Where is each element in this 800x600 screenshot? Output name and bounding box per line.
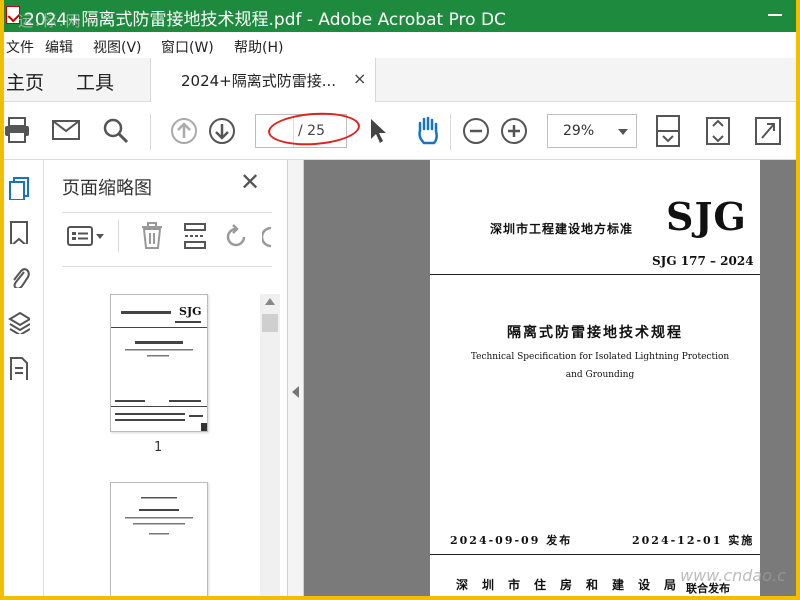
thumbnail-scrollbar[interactable] [260,294,280,596]
delete-icon[interactable] [140,222,164,250]
tab-tools[interactable]: 工具 [76,68,114,95]
hand-tool-icon[interactable] [414,115,442,147]
toolbar-separator [118,220,119,252]
close-tab-icon[interactable]: × [353,69,366,88]
close-panel-icon[interactable]: ✕ [240,168,260,196]
divider [62,266,272,267]
menu-help[interactable]: 帮助(H) [234,37,283,57]
zoom-dropdown[interactable]: 29% [547,114,637,148]
layers-icon[interactable] [8,310,30,334]
minimize-button[interactable] [768,14,782,16]
scrollbar-thumb[interactable] [262,314,278,332]
thumbnail-page-2[interactable] [110,482,208,596]
expand-icon[interactable] [754,116,782,146]
issuing-organization: 深圳市工程建设地方标准 [490,222,634,236]
issuing-authority: 深圳市住房和建设局 [456,578,691,592]
title-bar: 2024+隔离式防雷接地技术规程.pdf - Adobe Acrobat Pro… [4,0,796,32]
thumbnail-label: 1 [154,440,163,455]
tab-bar: 主页 工具 2024+隔离式防雷接... × [4,58,796,102]
document-page: 深圳市工程建设地方标准 SJG SJG 177 – 2024 隔离式防雷接地技术… [430,160,786,596]
fit-page-icon[interactable] [654,114,682,148]
toolbar-separator [150,114,151,150]
attachment-icon[interactable] [8,264,30,288]
divider [62,212,272,213]
standard-code: SJG 177 – 2024 [652,254,754,268]
insert-page-icon[interactable] [182,222,208,250]
select-cursor-icon[interactable] [368,117,388,145]
previous-page-icon[interactable] [170,117,198,145]
window-title: 2024+隔离式防雷接地技术规程.pdf - Adobe Acrobat Pro… [24,10,506,30]
collapse-panel-icon[interactable] [292,386,299,398]
toolbar-separator [450,114,451,150]
tab-home[interactable]: 主页 [6,68,44,95]
print-icon[interactable] [4,116,30,144]
zoom-in-icon[interactable] [500,117,528,145]
acrobat-window: 2024+隔离式防雷接地技术规程.pdf - Adobe Acrobat Pro… [4,0,796,596]
menu-edit[interactable]: 编辑 [45,37,73,57]
divider [430,554,760,555]
menu-bar: 文件 编辑 视图(V) 窗口(W) 帮助(H) [4,32,796,58]
fit-width-icon[interactable] [704,116,732,146]
publish-date: 2024-09-09 发布 [450,534,573,547]
zoom-out-icon[interactable] [462,117,490,145]
standard-logo: SJG [666,194,747,239]
panel-splitter[interactable] [288,160,304,596]
document-viewer[interactable]: 深圳市工程建设地方标准 SJG SJG 177 – 2024 隔离式防雷接地技术… [304,160,796,596]
thumbnail-page-1[interactable]: SJG [110,294,208,432]
zoom-value: 29% [563,123,595,139]
page-thumbnails-panel: 页面缩略图 ✕ SJG 1 [44,160,288,596]
bookmark-icon[interactable] [8,220,30,244]
panel-title: 页面缩略图 [62,178,152,199]
chevron-down-icon [618,129,628,135]
implement-date: 2024-12-01 实施 [632,534,755,547]
toolbar: / 25 29% [4,102,796,160]
divider [430,274,760,275]
menu-view[interactable]: 视图(V) [93,37,142,57]
watermark-text: www.cndao.c [680,566,786,585]
left-tool-strip [4,160,44,596]
tab-document-label: 2024+隔离式防雷接... [181,72,337,90]
next-page-icon[interactable] [208,117,236,145]
scroll-up-icon[interactable] [265,298,275,305]
document-title-en: Technical Specification for Isolated Lig… [470,352,730,380]
page-thumbnails-icon[interactable] [8,176,30,200]
email-icon[interactable] [52,120,80,140]
rotate-right-icon[interactable] [262,224,272,250]
document-icon[interactable] [8,356,30,380]
document-title-cn: 隔离式防雷接地技术规程 [507,325,683,341]
svg-text:SJG: SJG [179,305,202,318]
menu-window[interactable]: 窗口(W) [161,37,214,57]
options-menu-icon[interactable] [66,224,106,248]
search-icon[interactable] [102,117,130,145]
menu-file[interactable]: 文件 [6,37,34,57]
watermark-text: 运.标.网 [18,12,83,30]
tab-document[interactable]: 2024+隔离式防雷接... × [150,58,376,102]
rotate-left-icon[interactable] [224,224,250,250]
